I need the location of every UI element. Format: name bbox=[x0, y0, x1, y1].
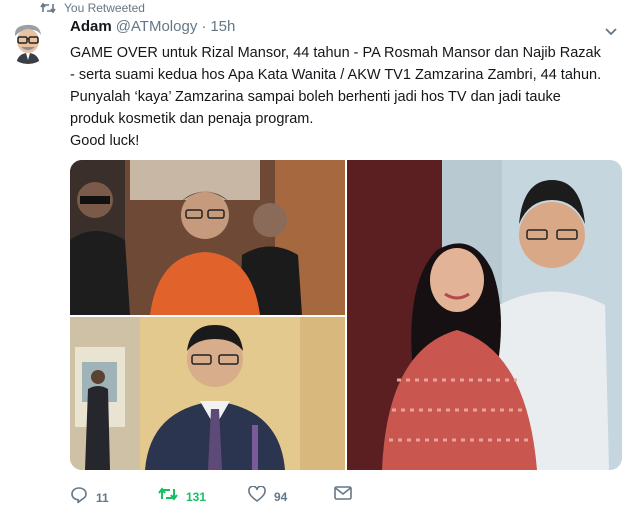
envelope-icon bbox=[334, 486, 352, 505]
tweet-text-line: - serta suami kedua hos Apa Kata Wanita … bbox=[70, 67, 602, 83]
chevron-down-icon[interactable] bbox=[604, 24, 618, 36]
reply-button[interactable]: 11 bbox=[70, 486, 109, 509]
retweet-context: You Retweeted bbox=[40, 0, 145, 16]
tweet-header: Adam @ATMology · 15h bbox=[70, 18, 235, 38]
separator-dot: · bbox=[201, 18, 207, 35]
tweet-text-line: Punyalah ‘kaya’ Zamzarina sampai boleh b… bbox=[70, 89, 561, 105]
tweet-timestamp[interactable]: 15h bbox=[210, 18, 235, 35]
retweet-icon bbox=[40, 2, 56, 14]
tweet-text-line: produk kosmetik dan penaja program. bbox=[70, 111, 314, 127]
tweet-actions: 11 131 94 bbox=[70, 485, 370, 509]
retweet-count: 131 bbox=[186, 489, 207, 504]
tweet-text-line: GAME OVER untuk Rizal Mansor, 44 tahun -… bbox=[70, 45, 601, 61]
tweet-text: GAME OVER untuk Rizal Mansor, 44 tahun -… bbox=[70, 42, 625, 152]
retweet-context-label: You Retweeted bbox=[64, 1, 145, 15]
heart-icon bbox=[248, 485, 266, 507]
tweet-text-line: Good luck! bbox=[70, 133, 140, 149]
photo-bottom-left[interactable] bbox=[70, 317, 345, 470]
like-button[interactable]: 94 bbox=[248, 485, 288, 507]
retweet-icon bbox=[158, 486, 178, 507]
retweet-button[interactable]: 131 bbox=[158, 486, 206, 507]
photo-right[interactable] bbox=[347, 160, 622, 470]
author-name[interactable]: Adam bbox=[70, 18, 112, 35]
reply-count: 11 bbox=[96, 490, 109, 505]
media-grid[interactable] bbox=[70, 160, 622, 470]
direct-message-button[interactable] bbox=[334, 486, 352, 505]
like-count: 94 bbox=[274, 489, 288, 504]
reply-icon bbox=[70, 486, 88, 509]
avatar[interactable] bbox=[6, 20, 50, 64]
photo-top-left[interactable] bbox=[70, 160, 345, 315]
author-handle[interactable]: @ATMology bbox=[116, 18, 198, 35]
